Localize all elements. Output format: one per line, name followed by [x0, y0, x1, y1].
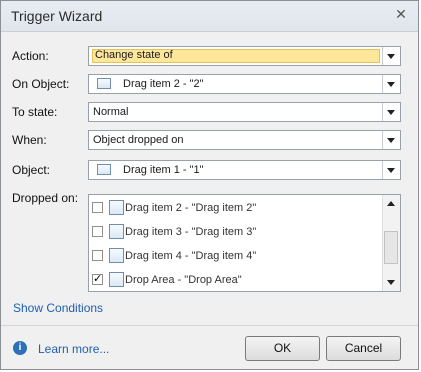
object-label: Object: — [12, 163, 51, 177]
object-icon — [97, 164, 111, 175]
to-state-label: To state: — [12, 105, 58, 119]
scroll-thumb[interactable] — [384, 231, 398, 264]
on-object-label: On Object: — [12, 77, 70, 91]
divider — [1, 325, 418, 326]
cancel-button[interactable]: Cancel — [326, 336, 401, 361]
vertical-scrollbar[interactable] — [382, 195, 400, 291]
dialog-title: Trigger Wizard — [11, 8, 103, 24]
checkbox[interactable] — [92, 226, 103, 237]
title-bar: Trigger Wizard ✕ — [1, 1, 418, 32]
object-icon — [109, 248, 124, 263]
checkbox-checked[interactable] — [92, 272, 103, 285]
close-icon[interactable]: ✕ — [392, 5, 410, 23]
to-state-value: Normal — [93, 106, 129, 118]
chevron-down-icon[interactable] — [382, 131, 400, 149]
list-item-label: Drag item 4 - "Drag item 4" — [125, 250, 257, 262]
chevron-down-icon[interactable] — [382, 75, 400, 93]
list-item-label: Drag item 3 - "Drag item 3" — [125, 226, 257, 238]
chevron-down-icon[interactable] — [382, 103, 400, 121]
chevron-down-icon[interactable] — [382, 47, 400, 65]
when-label: When: — [12, 133, 47, 147]
dropped-on-list[interactable]: Drag item 2 - "Drag item 2" Drag item 3 … — [88, 194, 401, 292]
ok-button[interactable]: OK — [245, 336, 320, 361]
to-state-select[interactable]: Normal — [88, 102, 401, 122]
list-item-label: Drop Area - "Drop Area" — [125, 274, 242, 286]
list-item[interactable]: Drag item 4 - "Drag item 4" — [92, 247, 382, 267]
learn-more-link[interactable]: Learn more... — [38, 342, 109, 356]
object-icon — [109, 224, 124, 239]
when-select[interactable]: Object dropped on — [88, 130, 401, 150]
scroll-up-icon[interactable] — [383, 195, 400, 212]
checkbox[interactable] — [92, 202, 103, 213]
when-value: Object dropped on — [93, 134, 184, 146]
list-item-label: Drag item 2 - "Drag item 2" — [125, 202, 257, 214]
list-item[interactable]: Drop Area - "Drop Area" — [92, 271, 382, 291]
chevron-down-icon[interactable] — [382, 161, 400, 179]
checkbox[interactable] — [92, 250, 103, 261]
object-select[interactable]: Drag item 1 - "1" — [88, 160, 401, 180]
action-select[interactable]: Change state of — [88, 46, 401, 66]
object-icon — [109, 272, 124, 287]
on-object-value: Drag item 2 - "2" — [123, 78, 204, 90]
action-label: Action: — [12, 49, 49, 63]
list-item[interactable]: Drag item 3 - "Drag item 3" — [92, 223, 382, 243]
object-icon — [109, 200, 124, 215]
trigger-wizard-dialog: Trigger Wizard ✕ Action: Change state of… — [0, 0, 419, 370]
action-value: Change state of — [92, 49, 380, 63]
object-value: Drag item 1 - "1" — [123, 164, 204, 176]
list-item[interactable]: Drag item 2 - "Drag item 2" — [92, 199, 382, 219]
show-conditions-link[interactable]: Show Conditions — [13, 301, 103, 315]
scroll-down-icon[interactable] — [383, 274, 400, 291]
info-icon: i — [13, 341, 27, 355]
on-object-select[interactable]: Drag item 2 - "2" — [88, 74, 401, 94]
dropped-on-label: Dropped on: — [12, 191, 79, 205]
object-icon — [97, 78, 111, 89]
